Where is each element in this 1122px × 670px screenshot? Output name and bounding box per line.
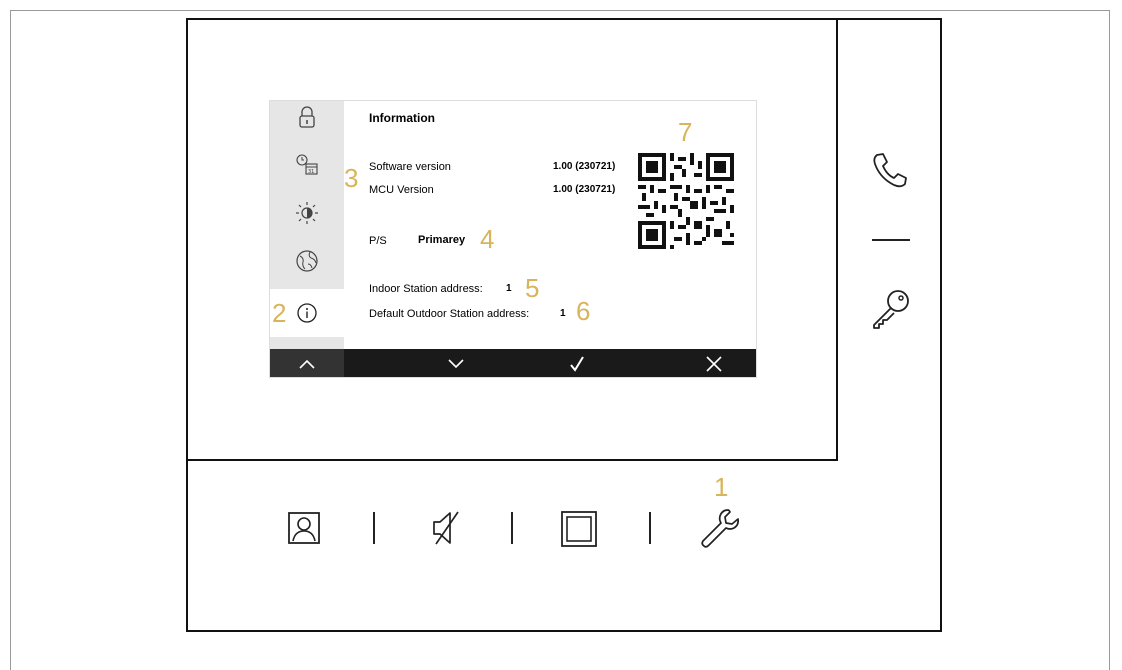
page-title: Information (369, 111, 435, 125)
mute-icon[interactable] (430, 510, 464, 546)
chevron-up-icon (299, 359, 315, 369)
down-button[interactable] (426, 349, 486, 377)
ps-value: Primarey (418, 234, 466, 246)
indoor-station-address-value: 1 (506, 283, 512, 294)
unlock-icon (299, 106, 315, 128)
software-version-label: Software version (369, 161, 451, 173)
bottom-divider (511, 512, 513, 544)
callout-3: 3 (344, 163, 359, 193)
ps-label: P/S (369, 235, 387, 247)
brightness-icon (296, 202, 318, 224)
qr-code (638, 153, 734, 249)
callout-5: 5 (525, 273, 540, 303)
sidebar-item-date-time[interactable]: 31 (270, 141, 344, 189)
callout-4: 4 (480, 224, 495, 254)
up-button[interactable] (270, 349, 344, 377)
wrench-icon[interactable] (698, 506, 742, 550)
bottom-divider (649, 512, 651, 544)
globe-icon (296, 250, 318, 272)
indoor-station-address-label: Indoor Station address: (369, 283, 483, 295)
svg-text:31: 31 (308, 169, 314, 175)
sidebar-item-language[interactable] (270, 237, 344, 285)
right-divider (872, 239, 910, 241)
sidebar-item-brightness[interactable] (270, 189, 344, 237)
cancel-button[interactable] (684, 349, 744, 377)
information-panel: Information Software version 1.00 (23072… (344, 101, 756, 349)
callout-6: 6 (576, 296, 591, 326)
default-outdoor-station-address-label: Default Outdoor Station address: (369, 308, 530, 320)
bottom-divider (373, 512, 375, 544)
close-icon (706, 356, 722, 372)
callout-1: 1 (714, 472, 729, 502)
bottom-nav-bar (270, 349, 756, 377)
callout-2: 2 (272, 298, 287, 328)
key-icon[interactable] (870, 288, 912, 330)
clock-calendar-icon: 31 (296, 154, 318, 175)
sidebar-item-unlock[interactable] (270, 101, 344, 141)
phone-icon[interactable] (870, 150, 910, 190)
software-version-value: 1.00 (230721) (553, 161, 616, 172)
user-monitor-icon[interactable] (287, 511, 321, 545)
mcu-version-label: MCU Version (369, 184, 434, 196)
check-icon (570, 356, 584, 372)
square-icon[interactable] (560, 510, 598, 548)
info-icon (297, 303, 317, 323)
mcu-version-value: 1.00 (230721) (553, 184, 616, 195)
confirm-button[interactable] (547, 349, 607, 377)
default-outdoor-station-address-value: 1 (560, 308, 566, 319)
chevron-down-icon (448, 359, 464, 369)
callout-7: 7 (678, 117, 693, 147)
